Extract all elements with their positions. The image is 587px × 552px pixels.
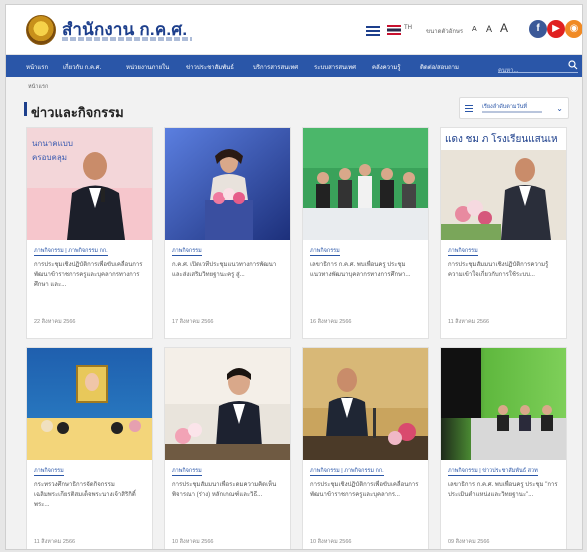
news-card-image[interactable]: [303, 128, 428, 240]
news-card-image[interactable]: [27, 348, 152, 460]
news-card[interactable]: ภาพกิจกรรม เลขาธิการ ก.ค.ศ. พบเพื่อนครู …: [302, 127, 429, 339]
nav-item-services[interactable]: บริการสารสนเทศ: [253, 62, 298, 72]
youtube-icon[interactable]: ▶: [547, 20, 565, 38]
news-card-title[interactable]: ก.ค.ศ. เปิดเวทีประชุมแนวทางการพัฒนาและส่…: [172, 260, 284, 292]
sort-dropdown-subtext: [482, 111, 542, 113]
news-card-date: 11 สิงหาคม 2566: [448, 319, 490, 325]
sort-dropdown-label: เรียงลำดับตามวันที่: [482, 104, 528, 110]
news-card-date: 17 สิงหาคม 2566: [172, 319, 214, 325]
news-card[interactable]: นกนาคแบบ ครอบคลุม ภาพกิจกรรม | ภาพกิจกรร…: [26, 127, 153, 339]
logo-seal-icon[interactable]: [26, 15, 56, 45]
nav-item-departments[interactable]: หน่วยงานภายใน: [126, 62, 169, 72]
facebook-icon[interactable]: f: [529, 20, 547, 38]
news-card-tag[interactable]: ภาพกิจกรรม: [34, 467, 64, 476]
news-card-image[interactable]: [303, 348, 428, 460]
news-card-date: 16 สิงหาคม 2566: [310, 319, 352, 325]
news-card[interactable]: แดง ชม ภ โรงเรียนแสนเห ภาพกิจกรรม การประ…: [440, 127, 567, 339]
news-card-image[interactable]: [441, 348, 566, 460]
news-card-tag[interactable]: ภาพกิจกรรม: [448, 247, 478, 256]
menu-icon[interactable]: [366, 26, 380, 36]
breadcrumb[interactable]: หน้าแรก: [28, 83, 48, 91]
news-card-date: 10 สิงหาคม 2566: [310, 539, 352, 545]
news-card-title[interactable]: เลขาธิการ ก.ค.ศ. พบเพื่อนครู ประชุมแนวทา…: [310, 260, 422, 292]
font-size-medium-button[interactable]: A: [486, 24, 492, 34]
news-card-title[interactable]: การประชุมเชิงปฏิบัติการเพื่อขับเคลื่อนกา…: [310, 480, 422, 512]
site-subtitle-decoration: [62, 37, 192, 41]
font-size-label: ขนาดตัวอักษร: [426, 29, 464, 35]
news-card-date: 22 สิงหาคม 2566: [34, 319, 76, 325]
font-size-large-button[interactable]: A: [500, 21, 508, 35]
language-selector[interactable]: TH: [404, 25, 412, 31]
news-card-tag[interactable]: ภาพกิจกรรม: [172, 247, 202, 256]
nav-item-knowledge[interactable]: คลังความรู้: [372, 62, 401, 72]
news-card[interactable]: ภาพกิจกรรม | ข่าวประชาสัมพันธ์ สวท เลขาธ…: [440, 347, 567, 549]
search-box: [498, 59, 578, 74]
news-card-image[interactable]: นกนาคแบบ ครอบคลุม: [27, 128, 152, 240]
news-card-date: 10 สิงหาคม 2566: [172, 539, 214, 545]
nav-item-home[interactable]: หน้าแรก: [26, 62, 48, 72]
news-card[interactable]: ภาพกิจกรรม | ภาพกิจกรรม กก. การประชุมเชิ…: [302, 347, 429, 549]
news-card[interactable]: ภาพกิจกรรม การประชุมสัมมนาเพื่อระดมความค…: [164, 347, 291, 549]
news-card-tag[interactable]: ภาพกิจกรรม | ภาพกิจกรรม กก.: [310, 467, 384, 476]
news-card-title[interactable]: เลขาธิการ ก.ค.ศ. พบเพื่อนครู ประชุม "การ…: [448, 480, 560, 512]
svg-text:นกนาคแบบ: นกนาคแบบ: [32, 139, 73, 148]
nav-item-about[interactable]: เกี่ยวกับ ก.ค.ศ.: [63, 62, 101, 72]
news-card-date: 11 สิงหาคม 2566: [34, 539, 76, 545]
svg-text:แดง ชม ภ โรงเรียนแสนเห: แดง ชม ภ โรงเรียนแสนเห: [445, 132, 558, 145]
news-card[interactable]: ภาพกิจกรรม กระทรวงศึกษาธิการจัดกิจกรรมเฉ…: [26, 347, 153, 549]
svg-text:ครอบคลุม: ครอบคลุม: [32, 153, 67, 162]
news-card-title[interactable]: การประชุมเชิงปฏิบัติการเพื่อขับเคลื่อนกา…: [34, 260, 146, 292]
news-card[interactable]: ภาพกิจกรรม ก.ค.ศ. เปิดเวทีประชุมแนวทางกา…: [164, 127, 291, 339]
thai-flag-icon[interactable]: [387, 25, 401, 35]
news-card-tag[interactable]: ภาพกิจกรรม: [172, 467, 202, 476]
news-card-tag[interactable]: ภาพกิจกรรม | ภาพกิจกรรม กก.: [34, 247, 108, 256]
news-card-image[interactable]: [165, 348, 290, 460]
news-card-image[interactable]: แดง ชม ภ โรงเรียนแสนเห: [441, 128, 566, 240]
news-card-tag[interactable]: ภาพกิจกรรม | ข่าวประชาสัมพันธ์ สวท: [448, 467, 538, 476]
section-title-accent: [24, 102, 27, 116]
chevron-down-icon: ⌄: [556, 104, 563, 113]
search-icon[interactable]: [568, 60, 578, 70]
rss-icon[interactable]: ◉: [565, 20, 582, 38]
search-input[interactable]: [498, 68, 558, 74]
page-frame: สำนักงาน ก.ค.ศ. TH ขนาดตัวอักษร A A A f …: [5, 4, 583, 550]
main-nav: หน้าแรก เกี่ยวกับ ก.ค.ศ. หน่วยงานภายใน ข…: [6, 55, 582, 77]
news-card-title[interactable]: การประชุมสัมมนาเพื่อระดมความคิดเห็นพิจาร…: [172, 480, 284, 512]
news-card-title[interactable]: กระทรวงศึกษาธิการจัดกิจกรรมเฉลิมพระเกียร…: [34, 480, 146, 512]
site-header: สำนักงาน ก.ค.ศ. TH ขนาดตัวอักษร A A A f …: [6, 5, 582, 55]
font-size-small-button[interactable]: A: [472, 26, 477, 33]
news-card-date: 09 สิงหาคม 2566: [448, 539, 490, 545]
news-card-image[interactable]: [165, 128, 290, 240]
page-title: ข่าวและกิจกรรม: [31, 105, 124, 120]
news-card-title[interactable]: การประชุมสัมมนาเชิงปฏิบัติการความรู้ความ…: [448, 260, 560, 292]
news-card-tag[interactable]: ภาพกิจกรรม: [310, 247, 340, 256]
list-icon: [465, 105, 473, 113]
nav-item-news[interactable]: ข่าวประชาสัมพันธ์: [186, 62, 234, 72]
sort-dropdown[interactable]: เรียงลำดับตามวันที่ ⌄: [459, 97, 569, 119]
nav-item-systems[interactable]: ระบบสารสนเทศ: [314, 62, 356, 72]
nav-item-contact[interactable]: ติดต่อ/สอบถาม: [420, 62, 459, 72]
